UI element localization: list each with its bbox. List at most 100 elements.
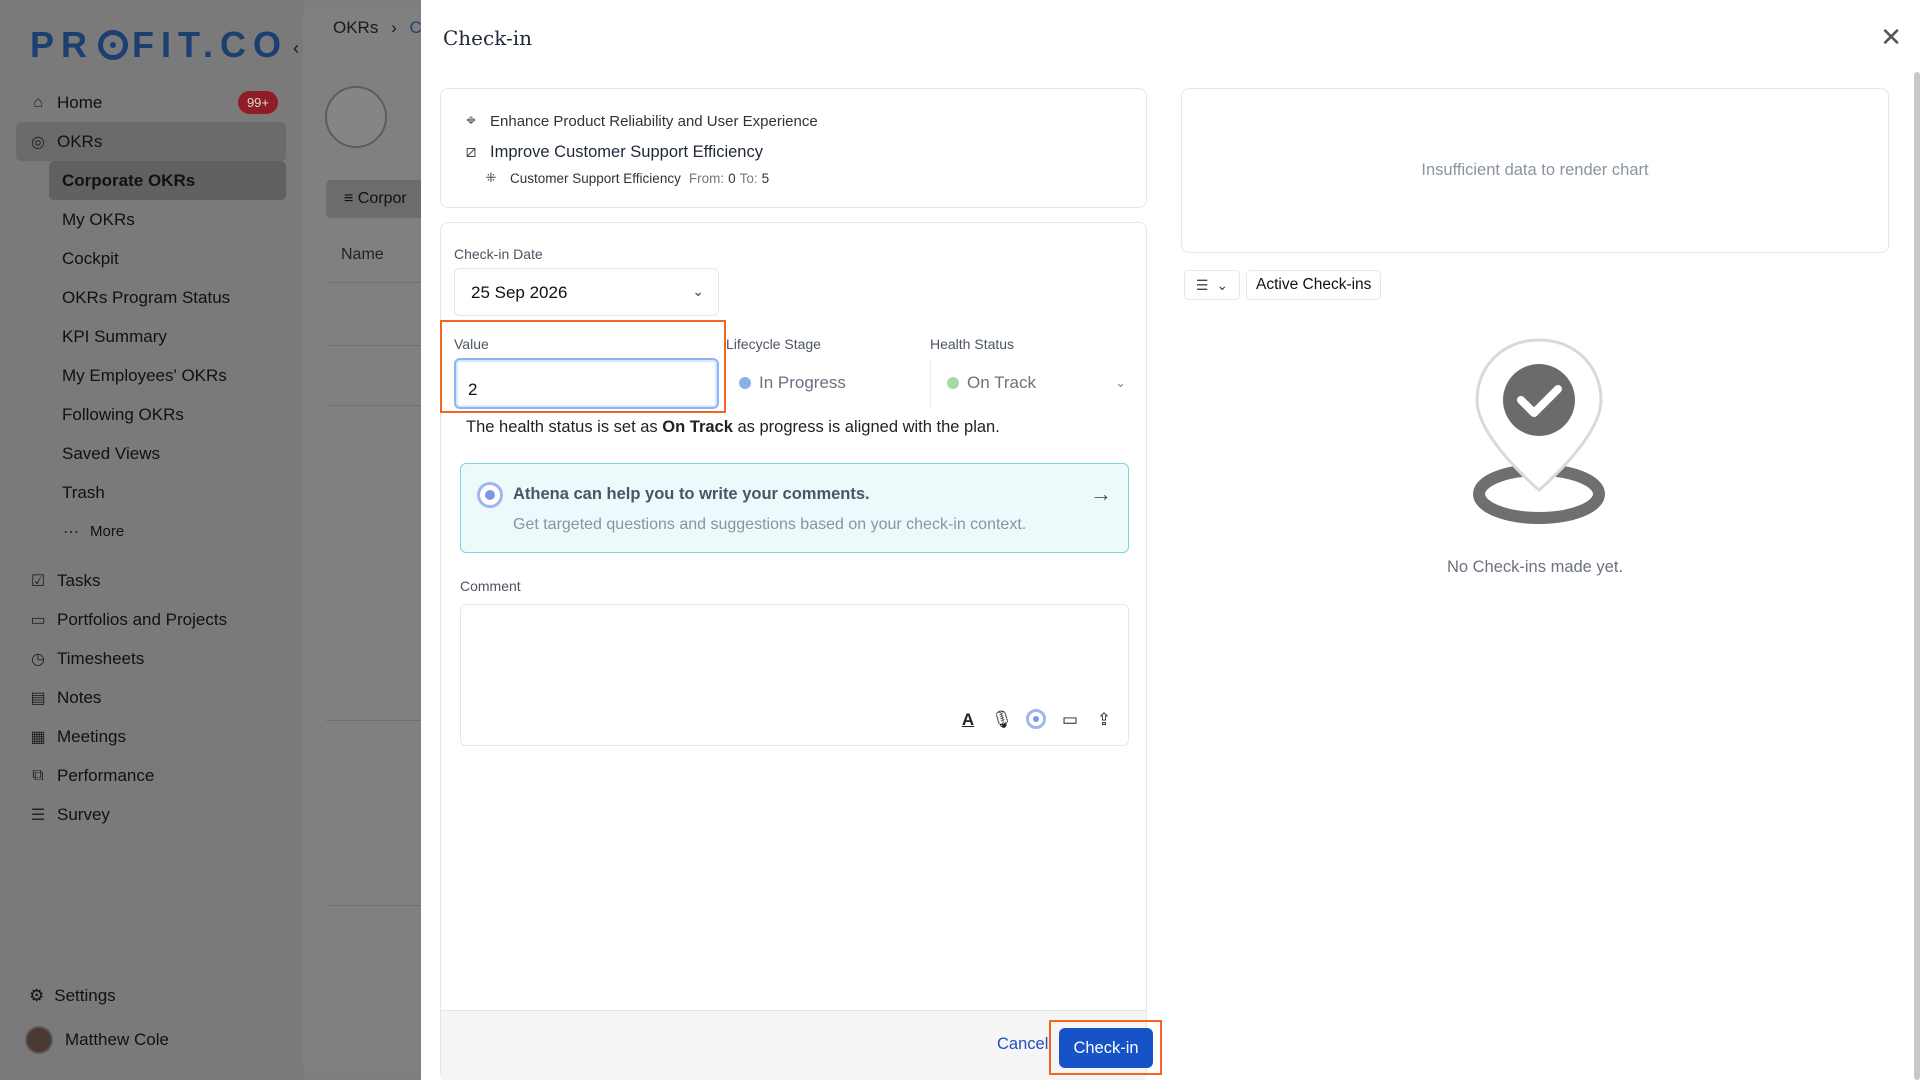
name-column-header[interactable]: Name: [341, 246, 384, 264]
value-label: Value: [454, 336, 489, 352]
sidebar-item-portfolios[interactable]: ▭ Portfolios and Projects: [16, 600, 286, 639]
chevron-down-icon: ⌄: [692, 283, 704, 299]
checkin-chart-card: Insufficient data to render chart: [1181, 88, 1889, 253]
sidebar-item-cockpit[interactable]: Cockpit: [49, 239, 286, 278]
briefcase-icon: ▭: [30, 611, 46, 629]
panel-footer: Cancel Check-in: [441, 1010, 1162, 1080]
sidebar-item-label: Corporate OKRs: [62, 170, 196, 190]
sidebar-item-label: Saved Views: [62, 443, 160, 463]
sidebar-item-corporate-okrs[interactable]: Corporate OKRs: [49, 161, 286, 200]
sidebar-item-my-employees-okrs[interactable]: My Employees' OKRs: [49, 356, 286, 395]
sidebar-item-my-okrs[interactable]: My OKRs: [49, 200, 286, 239]
health-status-select[interactable]: On Track ⌄: [931, 360, 1136, 408]
collapse-sidebar-icon[interactable]: ‹: [293, 38, 299, 59]
calendar-icon: ▦: [30, 728, 46, 746]
sidebar-item-saved-views[interactable]: Saved Views: [49, 434, 286, 473]
breadcrumb-current[interactable]: C: [409, 18, 421, 37]
arrow-right-icon[interactable]: →: [1090, 481, 1112, 507]
sidebar-item-home[interactable]: ⌂ Home 99+: [16, 83, 286, 122]
sidebar-item-survey[interactable]: ☰ Survey: [16, 795, 286, 834]
close-icon[interactable]: ✕: [1880, 24, 1902, 50]
sidebar-item-label: Settings: [54, 986, 116, 1005]
note-prefix: The health status is set as: [466, 418, 658, 436]
objective-title: Enhance Product Reliability and User Exp…: [490, 112, 818, 130]
sidebar-item-following-okrs[interactable]: Following OKRs: [49, 395, 286, 434]
text-format-icon[interactable]: A: [958, 709, 978, 731]
breadcrumb: OKRs › C: [333, 18, 422, 38]
cancel-button[interactable]: Cancel: [997, 1035, 1048, 1054]
okr-context-card: ⌖ Enhance Product Reliability and User E…: [440, 88, 1147, 208]
checkin-date-label: Check-in Date: [454, 246, 543, 262]
view-tab-label: Corpor: [357, 190, 407, 207]
filter-dropdown[interactable]: ☰ ⌄: [1184, 270, 1240, 300]
note-suffix: as progress is aligned with the plan.: [737, 418, 1000, 436]
sidebar-item-more[interactable]: ⋯ More: [49, 512, 286, 551]
microphone-icon[interactable]: 🎙: [991, 709, 1013, 731]
comment-toolbar: A 🎙 ▭ ⇪: [958, 709, 1114, 731]
user-name: Matthew Cole: [65, 1030, 169, 1049]
empty-checkin-pin-icon: [1473, 338, 1605, 524]
checkin-date-value: 25 Sep 2026: [471, 283, 568, 302]
active-checkins-filter[interactable]: Active Check-ins: [1246, 270, 1382, 300]
sidebar-item-label: OKRs Program Status: [62, 287, 231, 307]
sidebar-item-label: Trash: [62, 482, 105, 502]
home-icon: ⌂: [33, 93, 43, 111]
sidebar-item-label: Survey: [57, 804, 110, 824]
profit-co-logo[interactable]: PR FIT.CO: [30, 24, 288, 66]
sidebar-item-tasks[interactable]: ☑ Tasks: [16, 561, 286, 600]
note-status: On Track: [662, 418, 733, 436]
sidebar-item-okrs[interactable]: ◎ OKRs: [16, 122, 286, 161]
sidebar-item-kpi-summary[interactable]: KPI Summary: [49, 317, 286, 356]
lifecycle-stage-label: Lifecycle Stage: [726, 336, 821, 352]
sidebar-item-timesheets[interactable]: ◷ Timesheets: [16, 639, 286, 678]
checkin-submit-button[interactable]: Check-in: [1059, 1028, 1153, 1068]
gear-icon: ⚙: [29, 986, 45, 1005]
upload-icon[interactable]: ⇪: [1094, 709, 1114, 731]
sidebar-item-settings[interactable]: ⚙ Settings: [29, 986, 116, 1006]
kpi-row: ⁜ Customer Support Efficiency From: 0 To…: [481, 170, 770, 186]
lifecycle-stage-value: In Progress: [759, 373, 846, 392]
target-icon: ◎: [31, 133, 45, 151]
notification-badge: 99+: [237, 91, 278, 114]
sidebar-item-okrs-program-status[interactable]: OKRs Program Status: [49, 278, 286, 317]
sidebar-item-meetings[interactable]: ▦ Meetings: [16, 717, 286, 756]
survey-icon: ☰: [30, 806, 46, 824]
chart-empty-message: Insufficient data to render chart: [1421, 161, 1649, 179]
athena-assist-banner[interactable]: Athena can help you to write your commen…: [460, 463, 1129, 553]
empty-state-message: No Check-ins made yet.: [1446, 558, 1624, 576]
sidebar-item-notes[interactable]: ▤ Notes: [16, 678, 286, 717]
comment-textarea[interactable]: A 🎙 ▭ ⇪: [460, 604, 1129, 746]
checkin-date-picker[interactable]: 25 Sep 2026 ⌄: [454, 268, 719, 316]
lifecycle-stage-select[interactable]: In Progress: [727, 360, 931, 408]
user-profile[interactable]: Matthew Cole: [25, 1026, 169, 1054]
stopwatch-icon: ◷: [31, 650, 45, 668]
okr-submenu: Corporate OKRs My OKRs Cockpit OKRs Prog…: [49, 161, 286, 551]
sidebar-item-label: Portfolios and Projects: [57, 609, 228, 629]
to-label: To:: [739, 170, 758, 186]
sidebar-item-label: KPI Summary: [62, 326, 167, 346]
to-value: 5: [761, 170, 770, 186]
from-value: 0: [728, 170, 736, 186]
sidebar-item-trash[interactable]: Trash: [49, 473, 286, 512]
view-tab[interactable]: ≡ Corpor: [326, 180, 436, 218]
notepad-icon: ▤: [30, 689, 46, 707]
sidebar-item-label: Following OKRs: [62, 404, 184, 424]
breadcrumb-okrs[interactable]: OKRs: [333, 18, 378, 37]
sidebar-item-label: More: [90, 523, 125, 540]
scrollbar[interactable]: [1914, 72, 1920, 1080]
value-input[interactable]: [454, 358, 719, 409]
sidebar-nav: ⌂ Home 99+ ◎ OKRs Corporate OKRs My OKRs…: [16, 83, 286, 834]
chart-icon: ⧉: [32, 766, 44, 784]
on-track-dot-icon: [947, 377, 959, 389]
sidebar-item-label: Notes: [57, 687, 102, 707]
logo-target-mark: [98, 30, 129, 60]
sidebar-item-label: My Employees' OKRs: [62, 365, 227, 385]
clipboard-icon: ☑: [30, 572, 46, 590]
in-progress-dot-icon: [739, 377, 751, 389]
chevron-down-icon: ⌄: [1115, 375, 1126, 390]
filter-icon: ☰: [1195, 276, 1209, 293]
athena-ai-icon[interactable]: [1026, 709, 1046, 729]
sidebar-item-performance[interactable]: ⧉ Performance: [16, 756, 286, 795]
sidebar-item-label: Performance: [57, 765, 155, 785]
video-icon[interactable]: ▭: [1060, 709, 1080, 731]
